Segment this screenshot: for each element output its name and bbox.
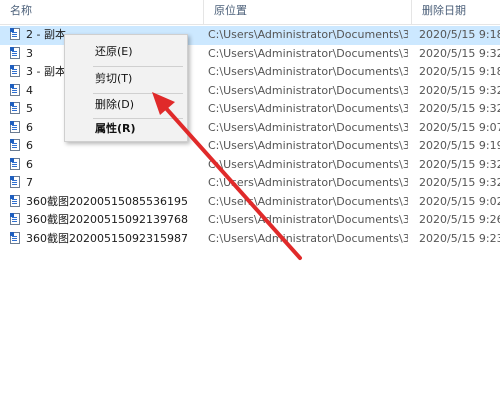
file-name: 2 - 副本 [26,28,66,41]
file-location: C:\Users\Administrator\Documents\3... [208,83,408,97]
file-location: C:\Users\Administrator\Documents\3... [208,157,408,171]
menu-item-cut[interactable]: 剪切(T) [65,68,187,90]
text-file-icon [10,139,20,151]
text-file-icon [10,176,20,188]
table-row[interactable]: 7 C:\Users\Administrator\Documents\3... … [0,174,500,193]
text-file-icon [10,157,20,170]
text-file-icon [10,65,20,77]
file-deleted-date: 2020/5/15 9:02 [419,194,500,208]
text-file-icon [10,231,20,244]
column-header-location[interactable]: 原位置 [204,0,412,24]
file-deleted-date: 2020/5/15 9:23 [419,231,500,245]
file-name: 4 [26,83,33,97]
file-deleted-date: 2020/5/15 9:18 [419,65,500,78]
file-deleted-date: 2020/5/15 9:32 [419,102,500,115]
file-name: 3 - 副本 [26,65,66,78]
menu-separator [93,66,183,67]
file-name: 6 [26,157,33,171]
text-file-icon [10,46,20,59]
file-location: C:\Users\Administrator\Documents\3... [208,231,408,245]
file-location: C:\Users\Administrator\Documents\3... [208,120,408,134]
file-location: C:\Users\Administrator\Documents\3... [208,102,408,115]
file-location: C:\Users\Administrator\Documents\3... [208,46,408,60]
column-header-date[interactable]: 删除日期 [412,0,500,24]
file-deleted-date: 2020/5/15 9:26 [419,213,500,226]
file-location: C:\Users\Administrator\Documents\3... [208,194,408,208]
file-deleted-date: 2020/5/15 9:07 [419,120,500,134]
text-file-icon [10,28,20,40]
file-location: C:\Users\Administrator\Documents\3... [208,139,408,152]
file-deleted-date: 2020/5/15 9:32 [419,46,500,60]
file-name: 360截图20200515092139768 [26,213,188,226]
file-name: 7 [26,176,33,189]
file-deleted-date: 2020/5/15 9:32 [419,176,500,189]
table-row[interactable]: 6 C:\Users\Administrator\Documents\3... … [0,156,500,175]
file-name: 360截图20200515092315987 [26,231,188,245]
text-file-icon [10,120,20,133]
table-row[interactable]: 360截图20200515092139768 C:\Users\Administ… [0,211,500,230]
file-name: 5 [26,102,33,115]
text-file-icon [10,213,20,225]
file-deleted-date: 2020/5/15 9:18 [419,28,500,41]
column-header-name[interactable]: 名称 [0,0,204,24]
file-name: 3 [26,46,33,60]
file-location: C:\Users\Administrator\Documents\3... [208,28,408,41]
text-file-icon [10,83,20,96]
file-name: 360截图20200515085536195 [26,194,188,208]
file-location: C:\Users\Administrator\Documents\3... [208,65,408,78]
text-file-icon [10,102,20,114]
file-deleted-date: 2020/5/15 9:32 [419,83,500,97]
file-name: 6 [26,120,33,134]
file-name: 6 [26,139,33,152]
menu-item-properties[interactable]: 属性(R) [65,118,187,140]
file-deleted-date: 2020/5/15 9:32 [419,157,500,171]
text-file-icon [10,194,20,207]
table-row[interactable]: 360截图20200515085536195 C:\Users\Administ… [0,193,500,212]
table-row[interactable]: 360截图20200515092315987 C:\Users\Administ… [0,230,500,249]
column-header-bar: 名称 原位置 删除日期 [0,0,500,25]
menu-item-restore[interactable]: 还原(E) [65,41,187,63]
context-menu: 还原(E) 剪切(T) 删除(D) 属性(R) [64,34,188,142]
menu-item-delete[interactable]: 删除(D) [65,94,187,116]
file-location: C:\Users\Administrator\Documents\3... [208,176,408,189]
file-location: C:\Users\Administrator\Documents\3... [208,213,408,226]
file-deleted-date: 2020/5/15 9:19 [419,139,500,152]
